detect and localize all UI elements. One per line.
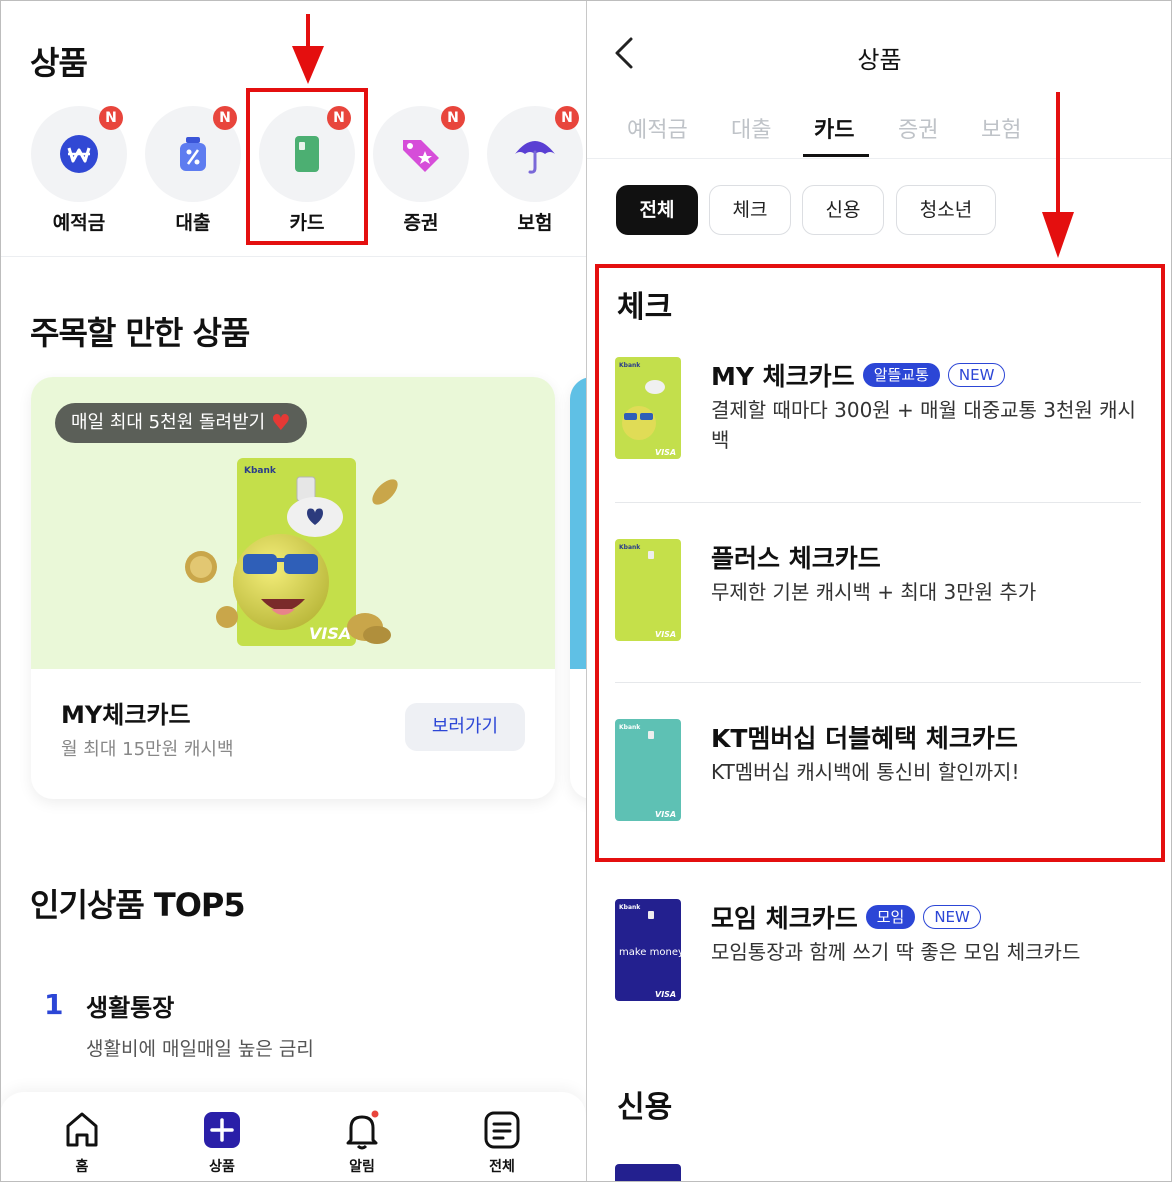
svg-text:Kbank: Kbank [619, 904, 641, 911]
featured-product-name: MY체크카드 [61, 701, 191, 729]
filter-all[interactable]: 전체 [616, 185, 698, 235]
nav-alerts[interactable]: 알림 [322, 1110, 402, 1176]
next-featured-card[interactable] [570, 377, 586, 799]
highlight-box [595, 264, 1165, 862]
nav-label: 전체 [489, 1159, 515, 1175]
rank-product-name: 생활통장 [86, 994, 175, 1022]
featured-card[interactable]: 매일 최대 5천원 돌려받기 ♥ Kbank VISA MY체크카드 월 최대 … [31, 377, 555, 799]
product-name: 모임 체크카드 [711, 904, 858, 933]
highlight-box [246, 88, 368, 245]
menu-doc-icon [484, 1111, 520, 1149]
card-thumbnail: Kbank make money VISA [615, 899, 681, 1001]
filter-credit[interactable]: 신용 [802, 185, 884, 235]
featured-banner: 매일 최대 5천원 돌려받기 ♥ Kbank VISA [31, 377, 555, 669]
new-badge: N [441, 106, 465, 130]
product-item[interactable]: Kbank make money VISA 모임 체크카드 모임 NEW 모임통… [615, 899, 1145, 1001]
view-button[interactable]: 보러가기 [405, 703, 525, 751]
nav-products[interactable]: 상품 [182, 1110, 262, 1176]
tab-securities[interactable]: 증권 [898, 112, 938, 144]
bottom-nav: 홈 상품 알림 전체 [0, 1092, 586, 1182]
won-coin-icon [60, 135, 98, 173]
svg-text:VISA: VISA [655, 990, 676, 999]
umbrella-icon [515, 141, 555, 174]
filter-youth[interactable]: 청소년 [896, 185, 996, 235]
rank-product-desc: 생활비에 매일매일 높은 금리 [86, 1038, 314, 1060]
divider [587, 158, 1172, 159]
top5-section-title: 인기상품 TOP5 [30, 886, 246, 924]
product-tag: 모임 [865, 905, 916, 929]
category-label: 보험 [517, 212, 553, 234]
new-tag: NEW [923, 905, 981, 929]
card-thumbnail[interactable] [615, 1164, 681, 1182]
category-loans[interactable]: N 대출 [145, 106, 241, 235]
category-insurance[interactable]: N 보험 [487, 106, 583, 235]
home-icon [66, 1112, 98, 1147]
tab-cards[interactable]: 카드 [814, 112, 854, 144]
category-label: 예적금 [52, 212, 106, 234]
featured-section-title: 주목할 만한 상품 [30, 314, 250, 352]
tab-loans[interactable]: 대출 [731, 112, 771, 144]
nav-label: 상품 [209, 1159, 235, 1175]
percent-jar-icon [180, 137, 206, 171]
down-arrow-icon [292, 14, 324, 84]
section-title-credit: 신용 [617, 1090, 673, 1125]
nav-home[interactable]: 홈 [42, 1110, 122, 1176]
nav-all[interactable]: 전체 [462, 1110, 542, 1176]
divider [0, 256, 586, 257]
featured-product-desc: 월 최대 15만원 캐시백 [61, 739, 234, 760]
promo-pill: 매일 최대 5천원 돌려받기 ♥ [55, 403, 307, 443]
bell-icon [346, 1110, 379, 1150]
category-label: 증권 [403, 212, 439, 234]
svg-text:make money: make money [619, 947, 681, 958]
tab-insurance[interactable]: 보험 [981, 112, 1021, 144]
new-badge: N [99, 106, 123, 130]
active-tab-indicator [803, 154, 869, 157]
rank-number: 1 [44, 988, 64, 1021]
filter-check[interactable]: 체크 [709, 185, 791, 235]
plus-square-icon [204, 1112, 240, 1148]
category-securities[interactable]: N 증권 [373, 106, 469, 235]
nav-label: 알림 [349, 1159, 375, 1175]
nav-label: 홈 [75, 1159, 89, 1175]
product-desc: 모임통장과 함께 쓰기 딱 좋은 모임 체크카드 [711, 940, 1081, 964]
card-brand: Kbank [244, 466, 277, 476]
card-products-screen: 상품 예적금 대출 카드 증권 보험 전체 체크 신용 청소년 체크 Kbank… [587, 0, 1172, 1182]
new-badge: N [555, 106, 579, 130]
page-title: 상품 [857, 46, 902, 74]
card-network: VISA [309, 624, 351, 643]
new-badge: N [213, 106, 237, 130]
category-label: 대출 [175, 212, 211, 234]
price-tag-icon [403, 140, 439, 172]
products-home-screen: 상품 N 예적금 N 대출 N 카드 N 증권 N 보험 주목할 만한 상품 매… [0, 0, 586, 1182]
heart-icon: ♥ [270, 411, 291, 436]
tab-savings[interactable]: 예적금 [627, 112, 688, 144]
category-savings[interactable]: N 예적금 [31, 106, 127, 235]
down-arrow-icon [1042, 92, 1074, 258]
page-title: 상품 [30, 44, 88, 82]
